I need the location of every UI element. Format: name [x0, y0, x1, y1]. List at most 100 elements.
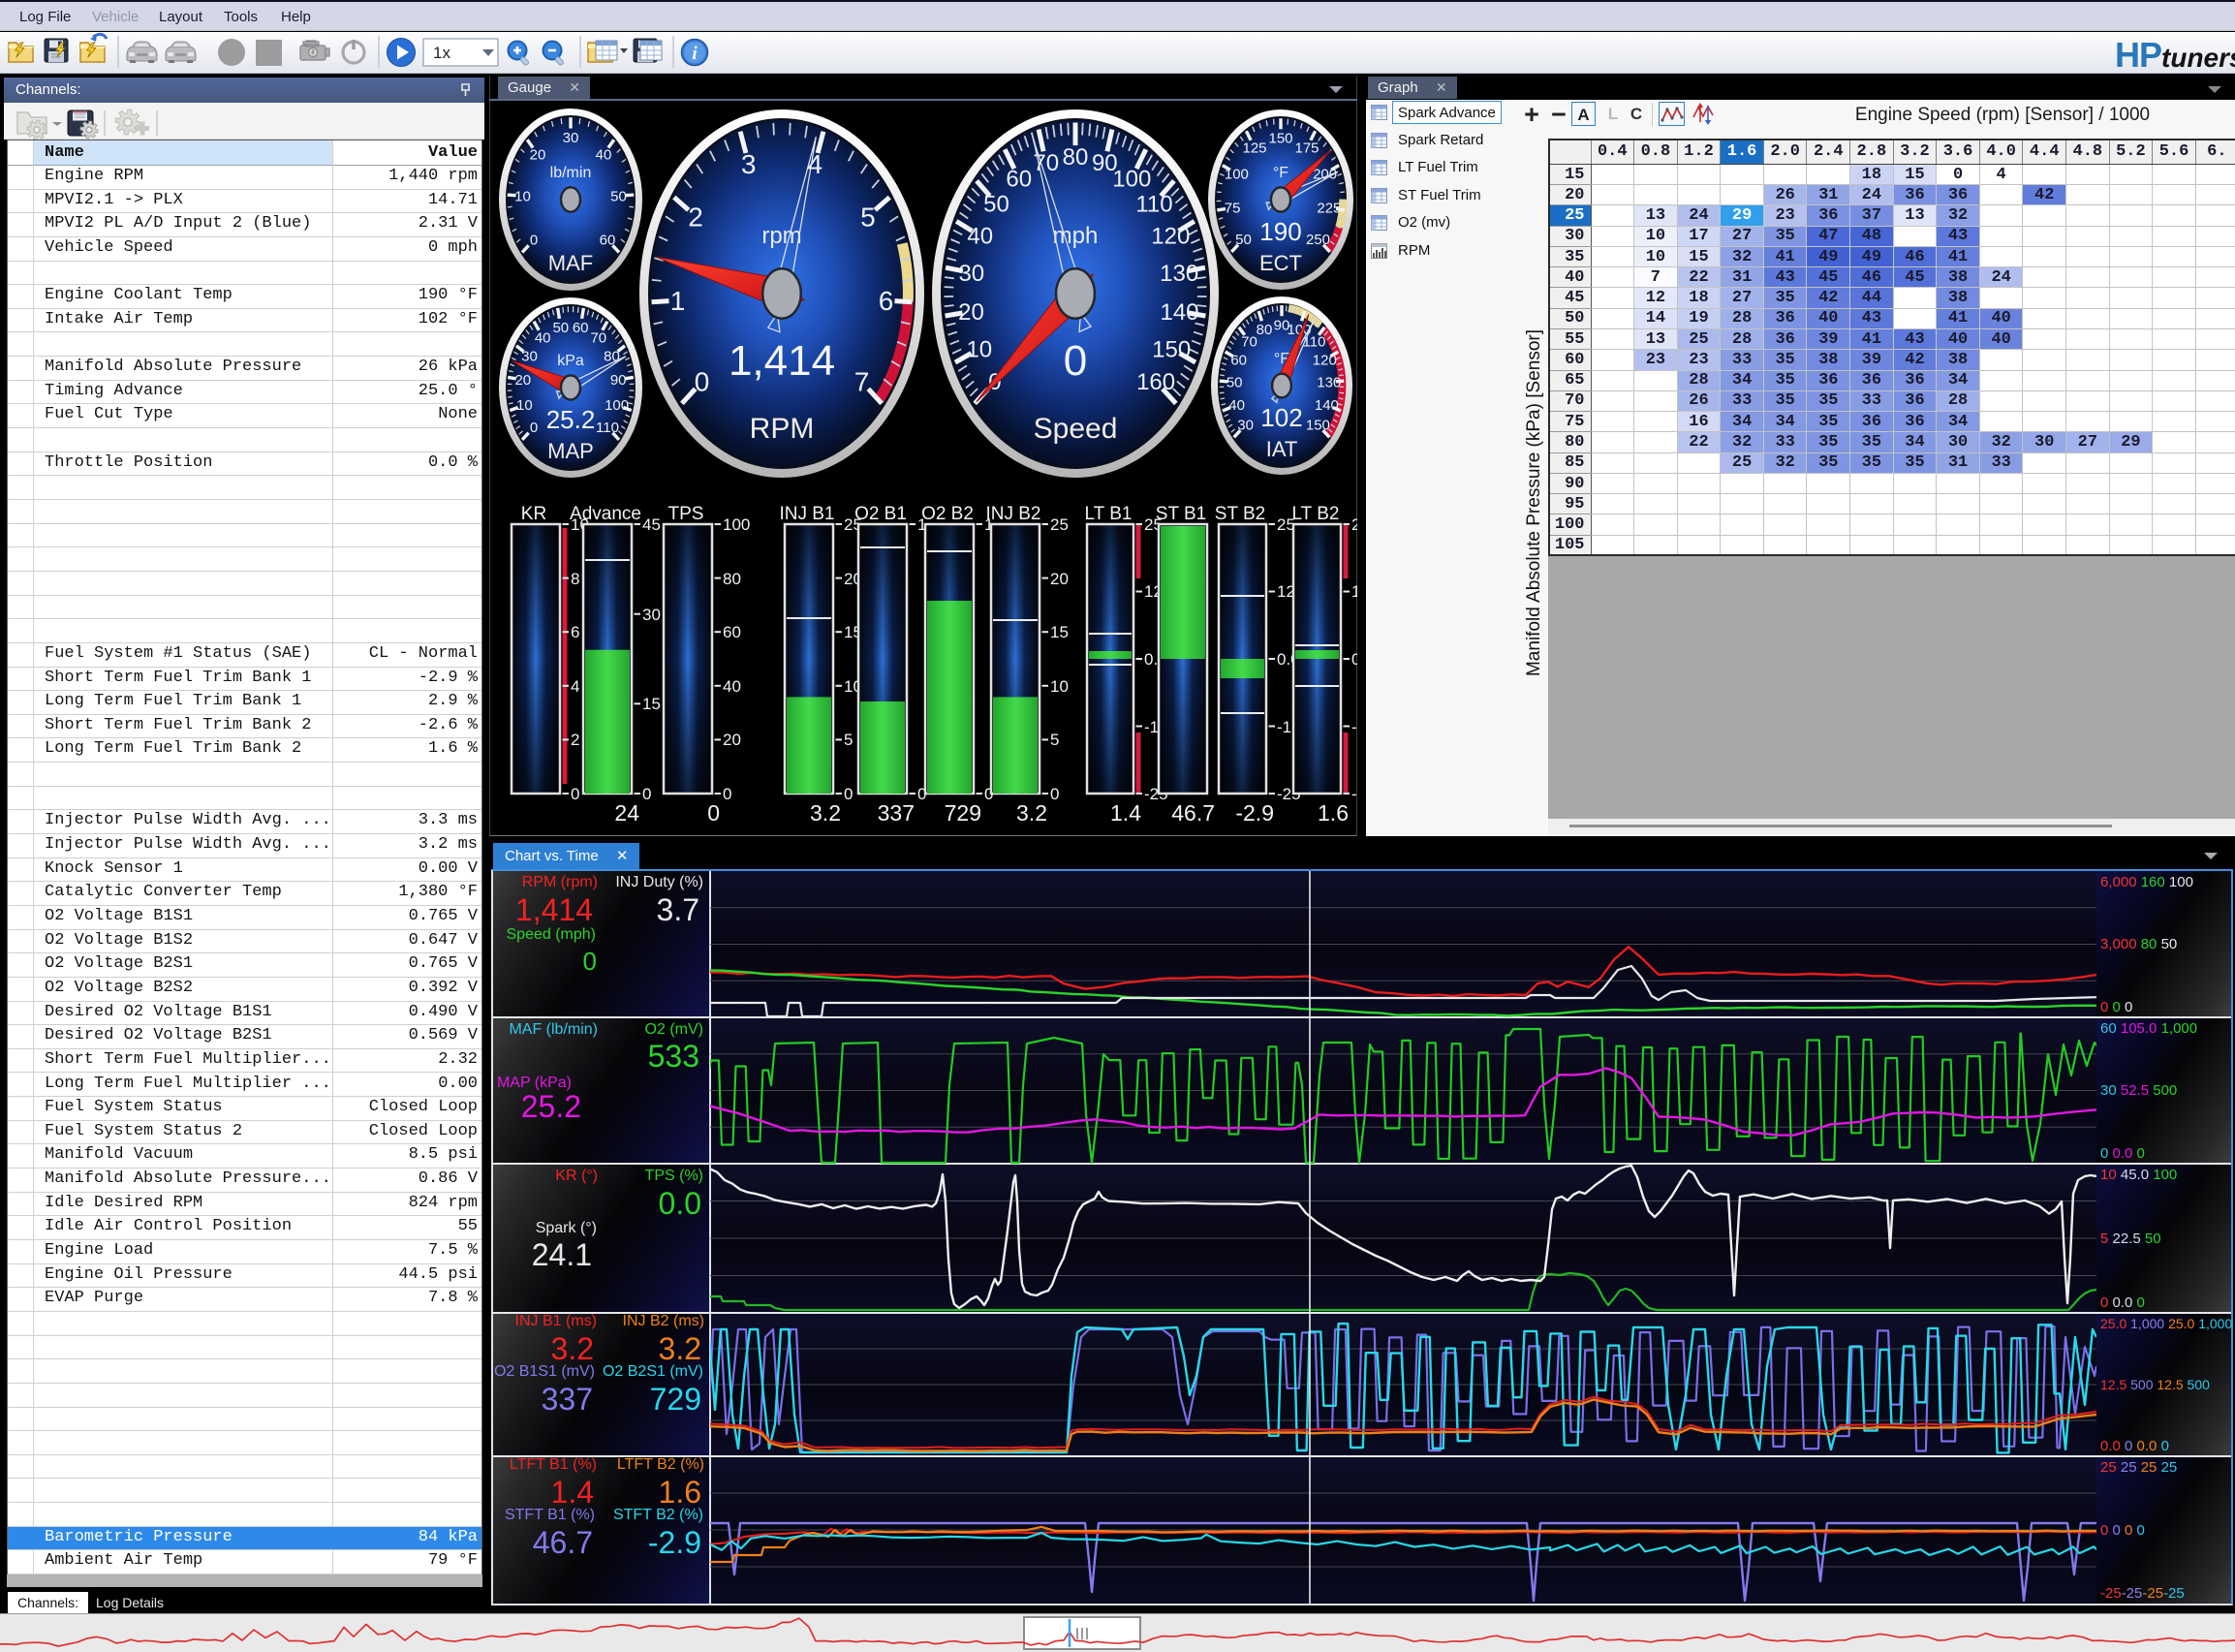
svg-text:120: 120	[1151, 224, 1190, 250]
svg-text:0.0: 0.0	[1351, 650, 1357, 669]
svg-text:80: 80	[1063, 144, 1089, 171]
svg-text:337: 337	[878, 800, 915, 826]
svg-text:130: 130	[1160, 261, 1198, 287]
svg-text:20: 20	[1050, 570, 1069, 588]
svg-text:1: 1	[670, 286, 686, 316]
svg-text:5: 5	[844, 731, 853, 749]
svg-text:24: 24	[614, 800, 639, 826]
svg-text:80: 80	[723, 570, 741, 588]
svg-text:25: 25	[1050, 515, 1069, 534]
svg-text:0: 0	[1050, 785, 1059, 803]
svg-text:2: 2	[571, 731, 579, 749]
svg-text:8: 8	[571, 570, 579, 588]
svg-text:LT B2: LT B2	[1292, 504, 1340, 524]
svg-text:729: 729	[945, 800, 981, 826]
svg-text:100: 100	[1225, 166, 1249, 182]
svg-text:INJ B2: INJ B2	[985, 504, 1040, 524]
svg-text:100: 100	[605, 397, 629, 414]
svg-text:i: i	[692, 44, 698, 64]
svg-text:25.: 25.	[1351, 515, 1357, 534]
svg-text:20: 20	[958, 299, 984, 326]
svg-text:°F: °F	[1273, 165, 1288, 181]
svg-text:190: 190	[1259, 217, 1301, 246]
svg-text:3.2: 3.2	[1016, 800, 1047, 826]
svg-text:10: 10	[1050, 677, 1069, 696]
svg-text:rpm: rpm	[761, 223, 801, 249]
svg-text:50: 50	[610, 189, 627, 205]
svg-text:175: 175	[1294, 140, 1319, 157]
svg-text:100: 100	[1112, 166, 1151, 192]
svg-text:60: 60	[1230, 353, 1247, 369]
svg-text:70: 70	[590, 329, 606, 346]
svg-text:Advance: Advance	[570, 504, 641, 524]
svg-text:0: 0	[642, 785, 651, 803]
svg-text:90: 90	[610, 372, 627, 389]
svg-text:3: 3	[741, 149, 757, 179]
svg-text:110: 110	[1303, 334, 1326, 351]
svg-text:30: 30	[642, 606, 661, 624]
svg-text:Speed: Speed	[1034, 413, 1118, 445]
svg-text:4: 4	[571, 677, 579, 696]
svg-text:50: 50	[1235, 232, 1252, 248]
svg-text:125: 125	[1242, 140, 1266, 157]
svg-text:30: 30	[563, 130, 579, 146]
svg-text:46.7: 46.7	[1171, 800, 1215, 826]
svg-text:mph: mph	[1053, 223, 1099, 249]
svg-text:225: 225	[1317, 201, 1341, 217]
svg-text:160: 160	[1136, 369, 1175, 395]
svg-text:60: 60	[723, 623, 741, 641]
svg-text:60: 60	[573, 320, 589, 336]
svg-text:50: 50	[552, 320, 569, 336]
svg-text:15: 15	[642, 695, 661, 713]
svg-text:1.6: 1.6	[1318, 800, 1349, 826]
svg-text:ST B2: ST B2	[1215, 504, 1265, 524]
svg-text:70: 70	[1241, 334, 1257, 351]
svg-text:20: 20	[514, 372, 531, 389]
svg-text:0: 0	[707, 800, 720, 826]
svg-text:40: 40	[723, 677, 741, 696]
svg-text:MAF: MAF	[548, 251, 593, 275]
svg-text:0: 0	[530, 420, 538, 436]
svg-text:3.2: 3.2	[810, 800, 841, 826]
svg-text:80: 80	[1257, 322, 1273, 338]
svg-text:0: 0	[723, 785, 731, 803]
svg-text:ECT: ECT	[1259, 251, 1302, 275]
svg-text:15: 15	[1050, 623, 1069, 641]
svg-text:150: 150	[1306, 418, 1330, 434]
svg-text:-2.9: -2.9	[1235, 800, 1274, 826]
svg-text:10: 10	[514, 189, 531, 205]
svg-text:0: 0	[1064, 337, 1087, 385]
svg-text:110: 110	[596, 420, 619, 436]
svg-text:6: 6	[571, 623, 579, 641]
svg-text:140: 140	[1160, 299, 1198, 326]
svg-text:120: 120	[1313, 353, 1337, 369]
svg-text:20: 20	[723, 731, 741, 749]
svg-text:1,414: 1,414	[729, 337, 835, 385]
svg-text:30: 30	[958, 261, 984, 287]
svg-text:IAT: IAT	[1266, 437, 1298, 461]
svg-text:250: 250	[1306, 232, 1330, 248]
svg-text:1.4: 1.4	[1110, 800, 1141, 826]
svg-text:RPM: RPM	[750, 413, 815, 445]
svg-text:0: 0	[571, 785, 579, 803]
svg-text:kPa: kPa	[557, 353, 584, 369]
svg-text:MAP: MAP	[547, 439, 594, 463]
svg-text:10: 10	[966, 336, 992, 362]
svg-text:60: 60	[1006, 166, 1032, 192]
svg-text:100: 100	[723, 515, 750, 534]
svg-text:-25: -25	[1351, 785, 1357, 803]
svg-text:6: 6	[879, 286, 894, 316]
svg-text:0: 0	[530, 233, 538, 249]
svg-text:5: 5	[1050, 731, 1059, 749]
svg-text:150: 150	[1152, 336, 1191, 362]
svg-text:7: 7	[854, 367, 870, 397]
svg-text:30: 30	[1237, 418, 1254, 434]
svg-text:50: 50	[1226, 375, 1243, 391]
svg-text:2: 2	[688, 202, 703, 232]
svg-text:-12: -12	[1351, 718, 1357, 736]
svg-text:O2 B2: O2 B2	[921, 504, 974, 524]
svg-text:60: 60	[600, 233, 616, 249]
svg-text:KR: KR	[521, 504, 546, 524]
svg-text:lb/min: lb/min	[550, 165, 592, 181]
svg-text:20: 20	[530, 146, 546, 163]
